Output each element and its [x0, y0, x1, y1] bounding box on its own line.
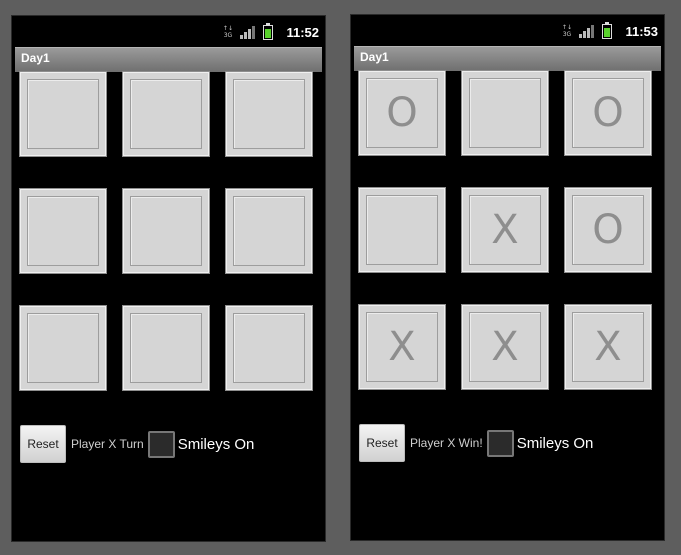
game-status-text: Player X Win! [410, 436, 483, 450]
cell-mark: O [592, 207, 624, 253]
board-cell-2[interactable] [123, 72, 209, 156]
app-title: Day1 [360, 50, 389, 64]
smileys-checkbox[interactable] [147, 430, 175, 458]
board-cell-8[interactable] [123, 306, 209, 390]
app-title-bar: Day1 [354, 46, 661, 71]
battery-charging-icon [602, 21, 613, 39]
board-cell-6[interactable]: O [565, 188, 651, 272]
controls-row: Reset Player X Turn Smileys On [20, 424, 320, 464]
board-cell-9[interactable]: X [565, 305, 651, 389]
clock: 11:53 [625, 23, 658, 39]
board-cell-2[interactable] [462, 71, 548, 155]
board-cell-7[interactable] [20, 306, 106, 390]
board-cell-5[interactable] [123, 189, 209, 273]
game-board [20, 72, 314, 390]
clock: 11:52 [286, 24, 319, 40]
reset-button[interactable]: Reset [20, 425, 66, 463]
network-label: 3G [223, 31, 233, 39]
board-cell-9[interactable] [226, 306, 312, 390]
board-cell-7[interactable]: X [359, 305, 445, 389]
3g-icon: ↑↓ 3G [222, 24, 233, 39]
cell-mark [124, 190, 208, 272]
signal-strength-icon [579, 24, 595, 38]
board-cell-3[interactable]: O [565, 71, 651, 155]
cell-mark [124, 73, 208, 155]
3g-icon: ↑↓ 3G [561, 23, 572, 38]
cell-mark [227, 190, 311, 272]
game-status-text: Player X Turn [71, 437, 144, 451]
screen-right: ↑↓ 3G 11:53 Day1 O O X O X X X Reset Pla… [350, 14, 665, 541]
cell-mark [227, 307, 311, 389]
cell-mark [463, 72, 547, 154]
cell-mark [360, 189, 444, 271]
cell-mark: X [491, 207, 519, 253]
board-cell-5[interactable]: X [462, 188, 548, 272]
game-board: O O X O X X X [359, 71, 653, 389]
board-cell-1[interactable]: O [359, 71, 445, 155]
app-title-bar: Day1 [15, 47, 322, 72]
cell-mark [21, 73, 105, 155]
controls-row: Reset Player X Win! Smileys On [359, 423, 659, 463]
board-cell-8[interactable]: X [462, 305, 548, 389]
cell-mark: X [491, 324, 519, 370]
cell-mark [21, 307, 105, 389]
cell-mark [227, 73, 311, 155]
board-cell-4[interactable] [359, 188, 445, 272]
board-cell-3[interactable] [226, 72, 312, 156]
reset-button[interactable]: Reset [359, 424, 405, 462]
battery-charging-icon [263, 22, 274, 40]
cell-mark [124, 307, 208, 389]
smileys-checkbox[interactable] [486, 429, 514, 457]
board-cell-1[interactable] [20, 72, 106, 156]
cell-mark: O [386, 90, 418, 136]
app-title: Day1 [21, 51, 50, 65]
smileys-checkbox-label[interactable]: Smileys On [517, 435, 594, 452]
cell-mark [21, 190, 105, 272]
screen-left: ↑↓ 3G 11:52 Day1 Reset Player X Turn Smi… [11, 15, 326, 542]
smileys-checkbox-label[interactable]: Smileys On [178, 436, 255, 453]
status-bar: ↑↓ 3G 11:52 [12, 16, 325, 46]
cell-mark: O [592, 90, 624, 136]
cell-mark: X [594, 324, 622, 370]
board-cell-4[interactable] [20, 189, 106, 273]
board-cell-6[interactable] [226, 189, 312, 273]
cell-mark: X [388, 324, 416, 370]
network-label: 3G [562, 30, 572, 38]
status-bar: ↑↓ 3G 11:53 [351, 15, 664, 45]
signal-strength-icon [240, 25, 256, 39]
